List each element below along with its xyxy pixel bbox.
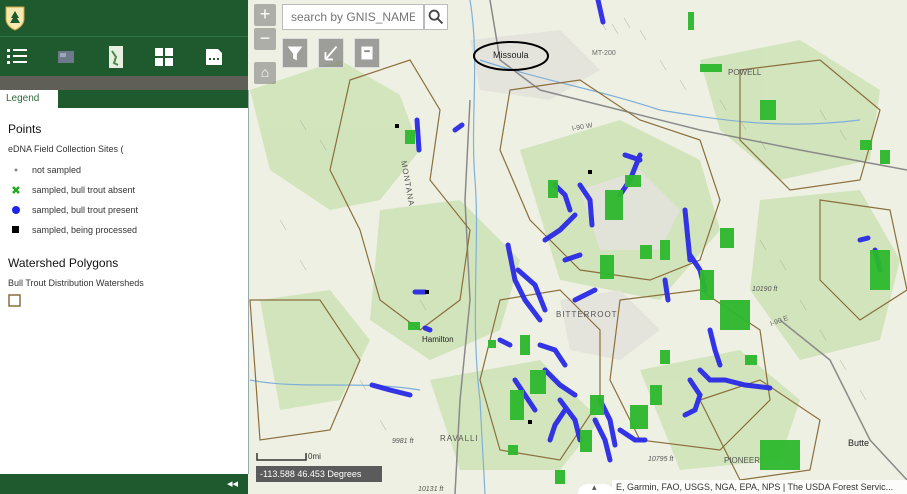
polygons-section-title: Watershed Polygons bbox=[8, 256, 119, 270]
filter-button[interactable] bbox=[282, 38, 308, 68]
home-button[interactable]: ⌂ bbox=[254, 62, 276, 84]
legend-item-absent: sampled, bull trout absent bbox=[8, 180, 244, 200]
place-label-powell: POWELL bbox=[728, 68, 762, 77]
elevation-label-4: 10131 ft bbox=[418, 486, 444, 493]
legend-item-label: sampled, being processed bbox=[32, 225, 138, 235]
black-square-icon bbox=[8, 226, 24, 234]
basemap-thumbnail-icon bbox=[58, 51, 74, 63]
plus-icon: + bbox=[259, 4, 271, 24]
legend-list-button[interactable] bbox=[4, 43, 32, 71]
green-x-icon bbox=[8, 185, 24, 195]
more-icon bbox=[206, 49, 222, 65]
print-icon bbox=[361, 46, 373, 60]
small-dot-icon bbox=[8, 167, 24, 173]
legend-item-not-sampled: not sampled bbox=[8, 160, 244, 180]
city-label-butte: Butte bbox=[848, 438, 870, 448]
chevron-up-icon: ▴ bbox=[592, 482, 597, 492]
place-label-bitterroot: BITTERROOT bbox=[556, 310, 618, 319]
elevation-label-1: 10190 ft bbox=[752, 286, 778, 293]
app-header bbox=[0, 0, 248, 36]
grid-widget-button[interactable] bbox=[150, 43, 178, 71]
watershed-polygon-swatch bbox=[8, 294, 244, 313]
forest-service-shield-icon bbox=[5, 6, 25, 31]
city-label-hamilton: Hamilton bbox=[422, 335, 454, 344]
legend-item-present: sampled, bull trout present bbox=[8, 200, 244, 220]
scale-bar bbox=[256, 453, 307, 461]
zoom-out-button[interactable]: − bbox=[254, 28, 276, 50]
search-input[interactable] bbox=[282, 4, 424, 30]
blue-dot-icon bbox=[8, 205, 24, 215]
home-icon: ⌂ bbox=[260, 64, 270, 80]
more-options-button[interactable] bbox=[200, 43, 228, 71]
list-icon bbox=[7, 49, 27, 64]
measure-button[interactable] bbox=[318, 38, 344, 68]
legend-panel: Legend Points eDNA Field Collection Site… bbox=[0, 90, 249, 474]
filter-icon bbox=[287, 46, 303, 61]
legend-item-label: sampled, bull trout absent bbox=[32, 185, 136, 195]
layer-thumbnail-button[interactable] bbox=[102, 43, 130, 71]
place-label-ravalli: RAVALLI bbox=[440, 434, 479, 443]
elevation-label-3: 10795 ft bbox=[648, 456, 674, 463]
panel-divider bbox=[0, 76, 248, 90]
legend-content: Points eDNA Field Collection Sites ( not… bbox=[8, 122, 244, 313]
highway-label-mt200: MT-200 bbox=[592, 50, 616, 57]
search-icon bbox=[428, 9, 444, 25]
coordinate-readout: -113.588 46.453 Degrees bbox=[256, 466, 382, 482]
map-attribution: E, Garmin, FAO, USGS, NGA, EPA, NPS | Th… bbox=[612, 480, 907, 494]
legend-item-label: sampled, bull trout present bbox=[32, 205, 139, 215]
watershed-layer-name: Bull Trout Distribution Watersheds bbox=[8, 278, 144, 288]
scale-label: 0mi bbox=[308, 452, 321, 461]
measure-icon bbox=[324, 45, 338, 61]
legend-item-processing: sampled, being processed bbox=[8, 220, 244, 240]
legend-item-label: not sampled bbox=[32, 165, 82, 175]
place-label-pioneer: PIONEER bbox=[724, 456, 761, 465]
widget-toolbar bbox=[0, 36, 248, 77]
panel-footer: ◂◂ bbox=[0, 474, 248, 494]
elevation-label-2: 9981 ft bbox=[392, 438, 414, 445]
print-button[interactable] bbox=[354, 38, 380, 68]
minus-icon: − bbox=[259, 28, 271, 48]
city-label-missoula: Missoula bbox=[493, 50, 529, 60]
zoom-in-button[interactable]: + bbox=[254, 4, 276, 26]
edna-layer-name: eDNA Field Collection Sites ( bbox=[8, 144, 124, 154]
collapse-panel-icon[interactable]: ◂◂ bbox=[227, 477, 238, 490]
basemap-gallery-button[interactable] bbox=[52, 43, 80, 71]
search-button[interactable] bbox=[424, 4, 448, 30]
attribution-toggle[interactable]: ▴ bbox=[578, 482, 614, 494]
points-section-title: Points bbox=[8, 122, 42, 136]
map-thumbnail-icon bbox=[109, 46, 123, 68]
tab-legend[interactable]: Legend bbox=[0, 90, 58, 108]
grid-icon bbox=[155, 48, 173, 66]
